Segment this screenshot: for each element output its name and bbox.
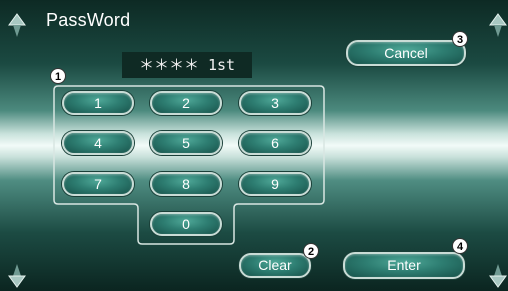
key-1[interactable]: 1 <box>62 91 134 115</box>
callout-enter: 4 <box>452 238 468 254</box>
enter-button[interactable]: Enter <box>343 252 465 279</box>
password-display: ＊＊＊＊ 1st <box>122 52 252 78</box>
key-9[interactable]: 9 <box>239 172 311 196</box>
cancel-button[interactable]: Cancel <box>346 40 466 66</box>
key-3[interactable]: 3 <box>239 91 311 115</box>
callout-clear: 2 <box>303 243 319 259</box>
key-6[interactable]: 6 <box>239 131 311 155</box>
scroll-up-left-icon[interactable] <box>8 13 26 39</box>
key-2[interactable]: 2 <box>150 91 222 115</box>
key-7[interactable]: 7 <box>62 172 134 196</box>
scroll-up-right-icon[interactable] <box>489 13 507 39</box>
clear-button[interactable]: Clear <box>239 253 311 278</box>
password-screen: PassWord ＊＊＊＊ 1st 1 2 3 4 5 6 7 8 9 0 Ca… <box>0 0 508 291</box>
scroll-down-right-icon[interactable] <box>489 262 507 288</box>
key-0[interactable]: 0 <box>150 212 222 236</box>
key-8[interactable]: 8 <box>150 172 222 196</box>
key-5[interactable]: 5 <box>150 131 222 155</box>
page-title: PassWord <box>46 10 131 30</box>
callout-cancel: 3 <box>452 31 468 47</box>
scroll-down-left-icon[interactable] <box>8 262 26 288</box>
callout-keypad: 1 <box>50 68 66 84</box>
key-4[interactable]: 4 <box>62 131 134 155</box>
